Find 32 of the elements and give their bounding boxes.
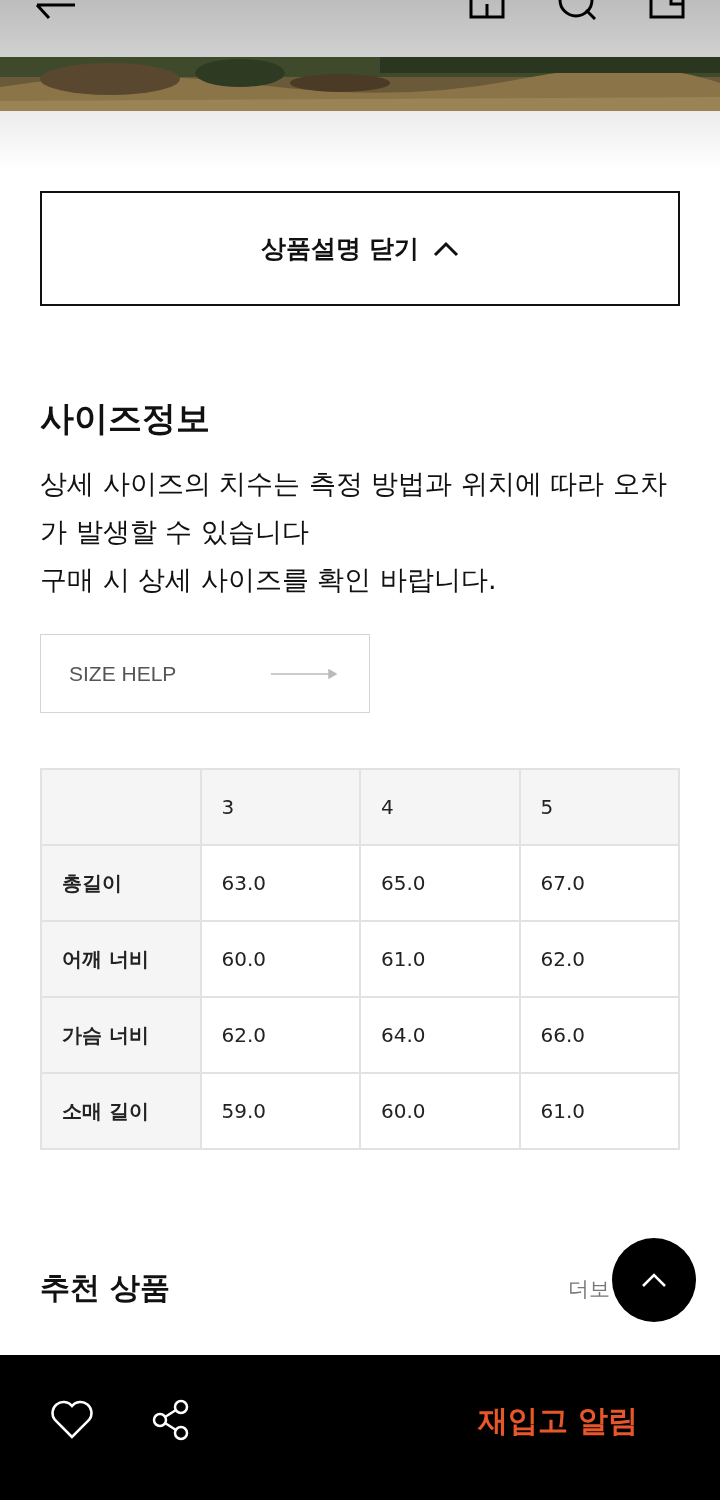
row-header: 소매 길이	[41, 1073, 201, 1149]
table-cell: 60.0	[200, 921, 360, 997]
restock-alert-button[interactable]: 재입고 알림	[477, 1401, 638, 1442]
description-text: 상세 사이즈의 치수는 측정 방법과 위치에 따라 오차가 발생할 수 있습니다	[40, 467, 669, 549]
row-header: 가슴 너비	[41, 997, 201, 1073]
chevron-up-icon	[641, 1272, 667, 1288]
row-header: 총길이	[41, 845, 201, 921]
table-cell: 62.0	[200, 997, 360, 1073]
size-help-button[interactable]: SIZE HELP	[40, 634, 370, 713]
description-text: 구매 시 상세 사이즈를 확인 바랍니다.	[40, 563, 498, 597]
collapse-button[interactable]: 상품설명 닫기	[40, 191, 680, 306]
more-link[interactable]: 더보	[568, 1274, 610, 1303]
table-cell: 59.0	[200, 1073, 360, 1149]
column-header: 4	[360, 769, 520, 845]
table-cell: 60.0	[360, 1073, 520, 1149]
home-icon[interactable]	[469, 0, 505, 19]
table-cell: 61.0	[360, 921, 520, 997]
table-cell: 67.0	[519, 845, 679, 921]
table-cell: 61.0	[519, 1073, 679, 1149]
row-header: 어깨 너비	[41, 921, 201, 997]
table-cell: 63.0	[200, 845, 360, 921]
column-header: 5	[519, 769, 679, 845]
section-title: 추천 상품	[40, 1269, 172, 1307]
section-title: 사이즈정보	[40, 397, 211, 440]
table-cell: 64.0	[360, 997, 520, 1073]
arrow-right-icon	[271, 668, 337, 679]
column-header: 3	[200, 769, 360, 845]
search-icon[interactable]	[557, 0, 599, 20]
table-cell: 62.0	[519, 921, 679, 997]
table-cell: 66.0	[519, 997, 679, 1073]
table-cell: 65.0	[360, 845, 520, 921]
bag-icon[interactable]	[649, 0, 685, 19]
